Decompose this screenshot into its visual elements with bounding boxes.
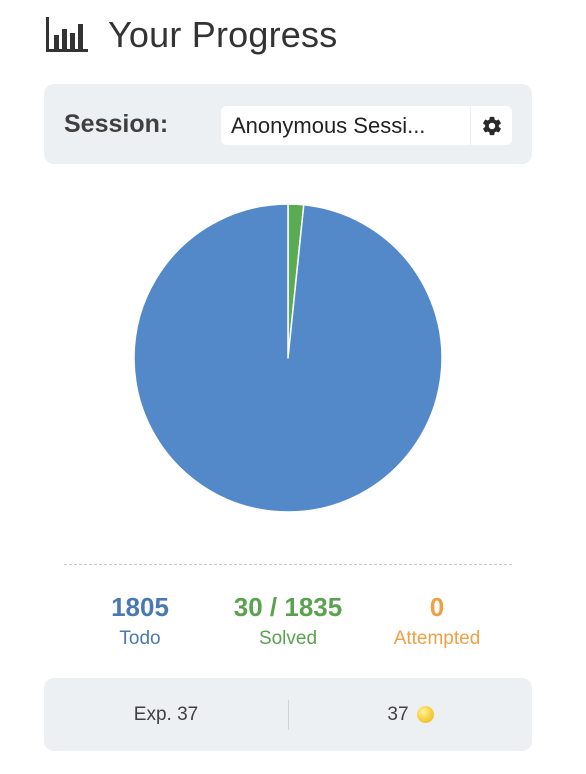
coin-count: 37 [387,703,409,725]
stat-attempted: 0 Attempted [357,590,517,654]
attempted-count: 0 [429,592,445,622]
stat-todo: 1805 Todo [60,590,220,654]
todo-count: 1805 [111,592,169,622]
stats-row: 1805 Todo 30 / 1835 Solved 0 Attempted [44,590,532,660]
pie-svg [133,203,443,513]
pie-slice-todo[interactable] [133,203,443,513]
session-select[interactable]: Anonymous Sessi... [221,106,470,145]
progress-pie-chart [133,203,443,513]
gear-icon [482,116,501,135]
todo-label: Todo [119,628,161,649]
attempted-label: Attempted [393,628,481,649]
solved-label: Solved [258,628,318,649]
experience-points: Exp. 37 [133,704,199,725]
divider [64,564,512,565]
stat-solved: 30 / 1835 Solved [208,590,368,654]
coin-icon [416,706,434,723]
session-settings-button[interactable] [471,106,512,145]
footer-bar: Exp. 37 37 [44,678,532,751]
coins-display: 37 [289,678,532,751]
session-label: Session: [64,110,169,138]
page-title: Your Progress [108,14,338,55]
session-bar: Session: Anonymous Sessi... [44,84,532,164]
solved-count: 30 / 1835 [233,592,343,622]
progress-header: Your Progress [44,12,337,58]
bar-chart-icon [46,17,88,52]
progress-panel: Your Progress Session: Anonymous Sessi..… [0,0,586,774]
